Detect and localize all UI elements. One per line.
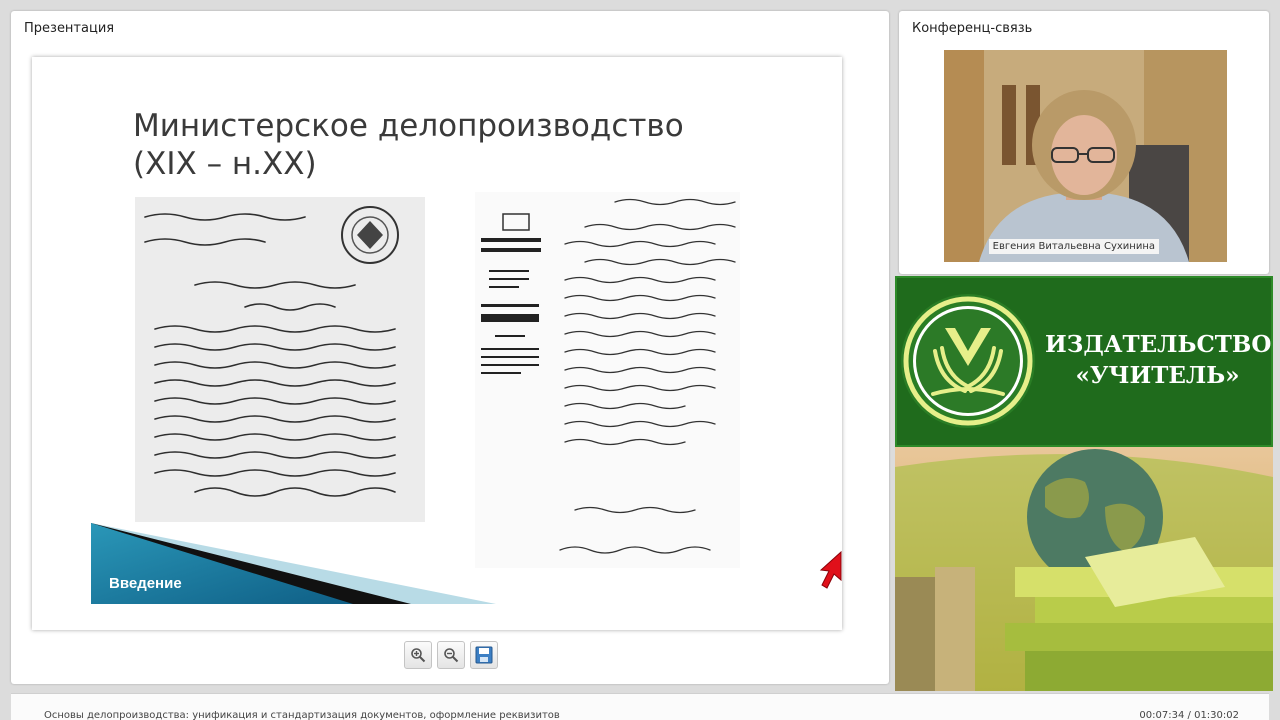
elapsed-time: 00:07:34	[1139, 710, 1185, 720]
treasury-letter-image	[475, 192, 740, 568]
publisher-name-line2: «УЧИТЕЛЬ»	[1075, 362, 1240, 389]
conference-panel-title: Конференц-связь	[912, 21, 1033, 36]
save-icon	[475, 646, 493, 664]
presentation-panel-title: Презентация	[24, 21, 115, 36]
slide-heading: Министерское делопроизводство (XIX – н.X…	[133, 107, 684, 183]
banner-label: Введение	[109, 575, 182, 592]
presentation-panel: Презентация Министерское делопроизводств…	[11, 11, 889, 684]
publisher-logo-banner: ИЗДАТЕЛЬСТВО «УЧИТЕЛЬ»	[895, 276, 1273, 447]
status-bar: Основы делопроизводства: унификация и ст…	[11, 693, 1269, 720]
slide-heading-line1: Министерское делопроизводство	[133, 108, 684, 144]
books-globe-image	[895, 447, 1273, 691]
slide: Министерское делопроизводство (XIX – н.X…	[32, 57, 842, 630]
zoom-out-button[interactable]	[437, 641, 465, 669]
zoom-out-icon	[444, 648, 459, 663]
course-title: Основы делопроизводства: унификация и ст…	[44, 710, 560, 720]
publisher-name: ИЗДАТЕЛЬСТВО «УЧИТЕЛЬ»	[1045, 329, 1272, 391]
zoom-in-button[interactable]	[404, 641, 432, 669]
conference-panel: Конференц-связь Евгения Витальевна Сухин…	[899, 11, 1269, 274]
save-button[interactable]	[470, 641, 498, 669]
publisher-name-line1: ИЗДАТЕЛЬСТВО	[1045, 331, 1272, 358]
handwritten-petition-image	[135, 197, 425, 522]
slide-toolbar	[404, 641, 498, 669]
pointer-arrow-icon	[819, 550, 842, 595]
time-separator: /	[1184, 710, 1195, 720]
slide-heading-line2: (XIX – н.XX)	[133, 146, 317, 182]
total-time: 01:30:02	[1194, 710, 1239, 720]
speaker-video: Евгения Витальевна Сухинина	[944, 50, 1227, 262]
speaker-name-label: Евгения Витальевна Сухинина	[988, 239, 1159, 254]
section-banner: Введение	[91, 523, 496, 604]
zoom-in-icon	[411, 648, 426, 663]
playback-timer: 00:07:34 / 01:30:02	[1139, 710, 1239, 720]
